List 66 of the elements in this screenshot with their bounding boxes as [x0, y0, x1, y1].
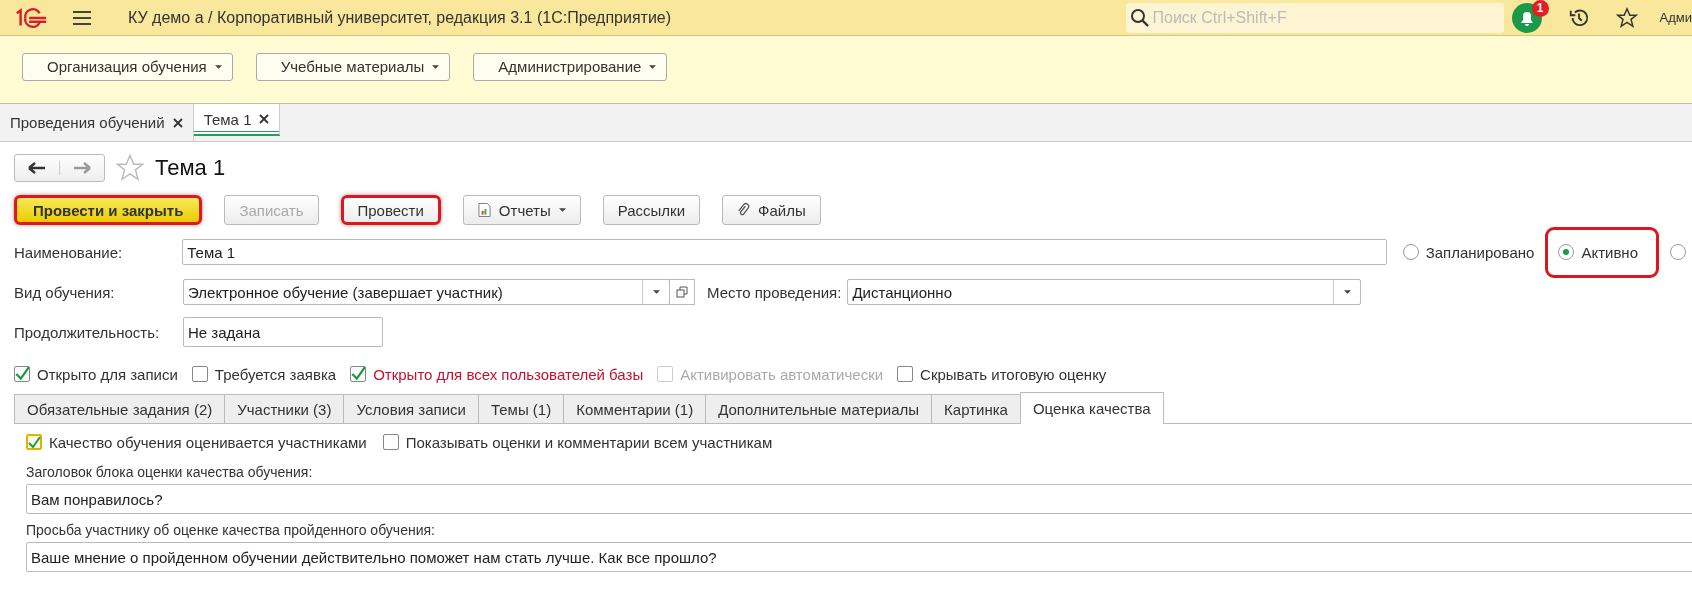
window-title: КУ демо а / Корпоративный университет, редакция 3.1 (1С:Предприятие) [128, 8, 672, 27]
favorite-star-icon[interactable] [115, 153, 145, 183]
form-tab[interactable]: Обязательные задания (2) [14, 394, 225, 424]
logo-icon [14, 6, 48, 29]
paperclip-icon [737, 202, 751, 218]
form-tab[interactable]: Оценка качества [1019, 392, 1164, 424]
option-checkbox[interactable]: Скрывать итоговую оценку [897, 365, 1107, 383]
menu-icon[interactable] [72, 9, 92, 26]
report-icon [477, 202, 491, 218]
form-tab[interactable]: Комментарии (1) [563, 394, 706, 424]
search-input[interactable]: Поиск Ctrl+Shift+F [1149, 7, 1495, 28]
learning-type-field[interactable]: Электронное обучение (завершает участник) [183, 279, 670, 305]
back-icon[interactable] [27, 161, 47, 175]
caret-icon[interactable] [652, 290, 660, 294]
open-window-icon [676, 286, 688, 298]
command-button[interactable]: Провести [340, 195, 441, 225]
form-tab[interactable]: Картинка [931, 394, 1020, 424]
form-tab[interactable]: Темы (1) [477, 394, 564, 424]
bell-icon[interactable] [1511, 2, 1542, 33]
document-tab[interactable]: Проведения обучений [0, 104, 194, 141]
command-button[interactable]: Рассылки [602, 195, 701, 225]
caret-icon [558, 208, 566, 212]
field-label: Заголовок блока оценки качества обучения: [26, 464, 314, 480]
command-button[interactable]: Файлы [722, 195, 821, 225]
search-field[interactable]: Поиск Ctrl+Shift+F [1125, 2, 1504, 33]
form-title: Тема 1 [155, 155, 226, 181]
form-tab[interactable]: Участники (3) [224, 394, 344, 424]
option-checkbox[interactable]: Открыто для записи [14, 365, 178, 383]
caret-icon [649, 64, 657, 69]
command-button[interactable]: Провести и закрыть [14, 195, 203, 225]
checkmark-icon [27, 435, 41, 451]
form-tab[interactable]: Дополнительные материалы [705, 394, 932, 424]
text-field[interactable]: Вам понравилось? [26, 484, 1692, 514]
section-menu-button[interactable]: Администрирование [473, 52, 668, 81]
caret-icon [432, 64, 440, 69]
field-label: Наименование: [14, 243, 124, 261]
section-menu-button[interactable]: Учебные материалы [255, 52, 451, 81]
option-checkbox[interactable]: Показывать оценки и комментарии всем участникам [382, 433, 773, 451]
duration-field[interactable]: Не задана [183, 317, 383, 347]
field-label: Вид обучения: [14, 283, 116, 301]
field-label: Просьба участнику об оценке качества пройденного обучения: [26, 522, 436, 538]
caret-icon[interactable] [1343, 290, 1351, 294]
name-field[interactable]: Тема 1 [182, 239, 1387, 265]
user-name[interactable]: Адми [1659, 10, 1692, 25]
close-icon[interactable] [172, 117, 183, 128]
caret-icon [214, 64, 222, 69]
option-checkbox[interactable]: Требуется заявка [191, 365, 337, 383]
forward-icon[interactable] [59, 161, 92, 175]
checkmark-icon [350, 366, 367, 382]
field-label: Продолжительность: [14, 323, 161, 341]
checkmark-icon [14, 366, 30, 382]
form-tab[interactable]: Условия записи [343, 394, 478, 424]
location-field[interactable]: Дистанционно [847, 279, 1362, 305]
document-tab[interactable]: Тема 1 [193, 104, 281, 136]
option-checkbox[interactable]: Качество обучения оценивается участниками [26, 433, 367, 451]
star-icon[interactable] [1615, 6, 1638, 29]
field-label: Место проведения: [707, 283, 842, 301]
text-field[interactable]: Ваше мнение о пройденном обучении действительно поможет нам стать лучше. Как все прошло? [26, 542, 1692, 572]
status-radio[interactable]: Запланировано [1396, 229, 1541, 275]
option-checkbox[interactable]: Открыто для всех пользователей базы [350, 365, 644, 383]
command-button[interactable]: Отчеты [462, 195, 581, 225]
section-menu-button[interactable]: Организация обучения [22, 52, 233, 81]
search-icon[interactable] [1129, 7, 1150, 28]
status-radio[interactable]: Активно [1548, 229, 1656, 275]
notification-count: 1 [1531, 0, 1549, 17]
close-icon[interactable] [259, 114, 270, 124]
